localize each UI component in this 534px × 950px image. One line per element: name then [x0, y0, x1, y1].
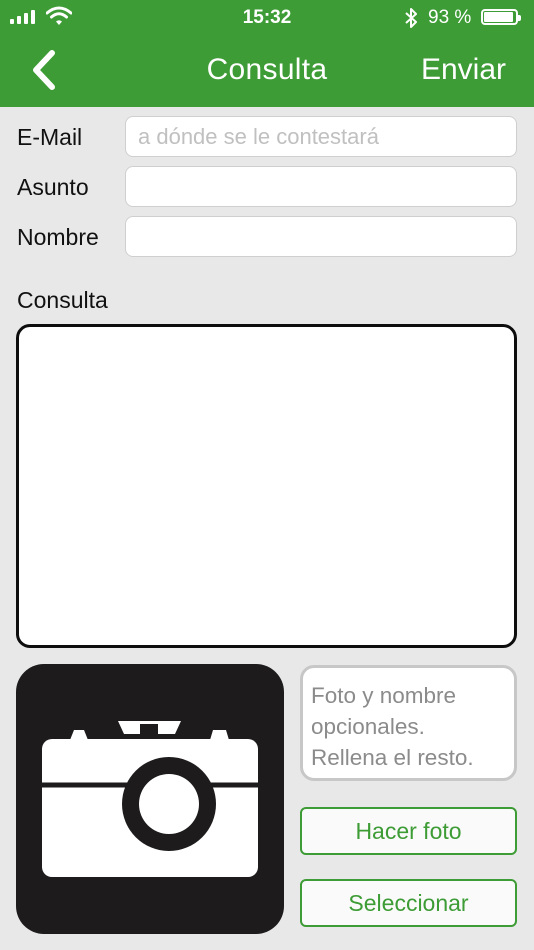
query-textarea[interactable] — [16, 324, 517, 648]
photo-hint-line: Rellena el resto. — [311, 745, 474, 770]
email-label: E-Mail — [17, 124, 83, 150]
name-field[interactable] — [125, 216, 517, 257]
take-photo-button[interactable]: Hacer foto — [300, 807, 517, 855]
select-photo-button[interactable]: Seleccionar — [300, 879, 517, 927]
email-field[interactable] — [125, 116, 517, 157]
nav-bar: 15:32 93 % Consulta Enviar — [0, 0, 534, 107]
query-label: Consulta — [17, 287, 108, 313]
battery-icon — [481, 9, 521, 25]
photo-preview[interactable] — [16, 664, 284, 934]
subject-label: Asunto — [17, 174, 89, 200]
status-bar: 15:32 93 % — [0, 0, 534, 34]
photo-hint: Foto y nombre opcionales. Rellena el res… — [300, 665, 517, 781]
bluetooth-icon — [405, 8, 417, 28]
name-label: Nombre — [17, 224, 99, 250]
photo-hint-line: Foto y nombre — [311, 683, 457, 708]
send-button[interactable]: Enviar — [421, 53, 506, 87]
camera-icon — [42, 721, 258, 877]
subject-field[interactable] — [125, 166, 517, 207]
photo-hint-line: opcionales. — [311, 714, 425, 739]
battery-percentage: 93 % — [428, 7, 472, 28]
